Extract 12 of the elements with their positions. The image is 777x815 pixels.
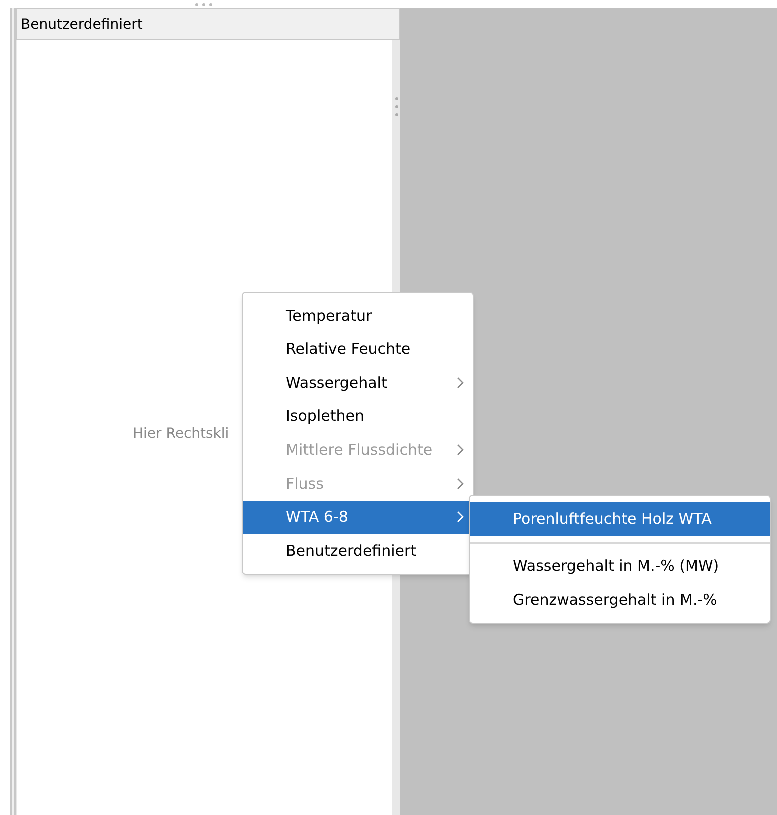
panel-title: Benutzerdefiniert	[16, 8, 400, 40]
menu-item[interactable]: Porenluftfeuchte Holz WTA	[470, 502, 770, 536]
menu-item[interactable]: Grenzwassergehalt in M.-%	[470, 583, 770, 617]
menu-item[interactable]: Isoplethen	[243, 400, 473, 434]
menu-item[interactable]: Benutzerdefiniert	[243, 534, 473, 568]
splitter-grip-icon	[395, 96, 399, 118]
menu-item[interactable]: Relative Feuchte	[243, 332, 473, 366]
hint-text: Hier Rechtskli	[133, 425, 230, 444]
menu-item[interactable]: Temperatur	[243, 299, 473, 333]
menu-item[interactable]: Wassergehalt in M.-% (MW)	[470, 550, 770, 584]
menu-item[interactable]: Wassergehalt	[243, 366, 473, 400]
grip-icon	[194, 3, 214, 7]
